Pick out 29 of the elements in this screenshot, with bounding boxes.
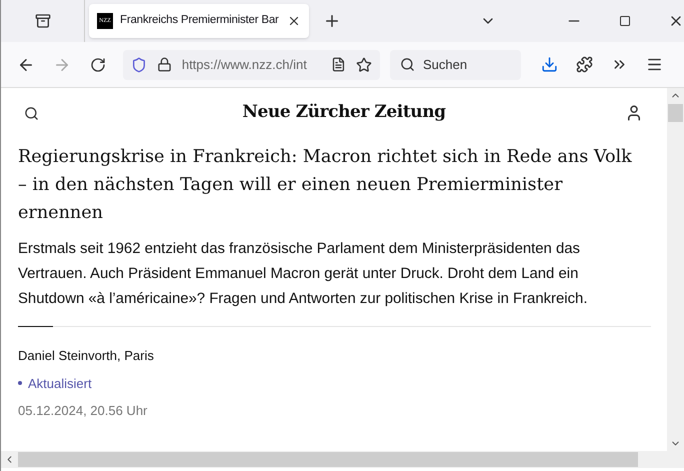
- search-input[interactable]: Suchen: [423, 54, 508, 74]
- shield-icon: [131, 56, 147, 72]
- search-box[interactable]: Suchen: [390, 50, 521, 80]
- download-icon[interactable]: [541, 56, 558, 73]
- new-tab-icon[interactable]: [323, 12, 341, 30]
- tab-title: Frankreichs Premierminister Bar: [120, 13, 280, 28]
- scrollbar-thumb[interactable]: [668, 104, 683, 122]
- scrollbar-thumb[interactable]: [18, 452, 638, 467]
- search-menu-icon[interactable]: [24, 106, 39, 120]
- reader-view-icon[interactable]: [331, 57, 346, 72]
- url-text: https://www.nzz.ch/int: [182, 56, 308, 74]
- article-headline: Regierungskrise in Frankreich: Macron richtet sich in Rede ans Volk – in den nächsten Tagen will er einen neuen Premierminister ernennen: [18, 146, 633, 225]
- publish-date: 05.12.2024, 20.56 Uhr: [18, 402, 148, 420]
- address-bar[interactable]: https://www.nzz.ch/int: [123, 50, 380, 80]
- maximize-icon[interactable]: [619, 15, 631, 27]
- article-lead: Erstmals seit 1962 entzieht das französische Parlament dem Ministerpräsidenten das Vertrauen. Auch Präsident Emmanuel Macron gerät unter Druck. Droht dem Land ein Shutdown «à l’américaine»? Fragen und Antworten zur politischen Krise in Frankreich.: [18, 240, 588, 309]
- close-icon[interactable]: [287, 14, 301, 28]
- lock-icon: [156, 57, 172, 72]
- bullet-icon: [18, 381, 22, 386]
- bookmark-star-icon[interactable]: [356, 56, 372, 72]
- author: Daniel Steinvorth, Paris: [18, 347, 155, 365]
- reload-icon[interactable]: [90, 56, 106, 72]
- search-icon: [400, 57, 415, 72]
- site-logo[interactable]: Neue Zürcher Zeitung: [242, 100, 446, 126]
- horizontal-scrollbar[interactable]: [1, 451, 684, 468]
- update-status[interactable]: Aktualisiert: [28, 374, 92, 393]
- extensions-icon[interactable]: [576, 56, 593, 73]
- menu-icon[interactable]: [646, 56, 663, 73]
- vertical-scrollbar[interactable]: [667, 88, 684, 451]
